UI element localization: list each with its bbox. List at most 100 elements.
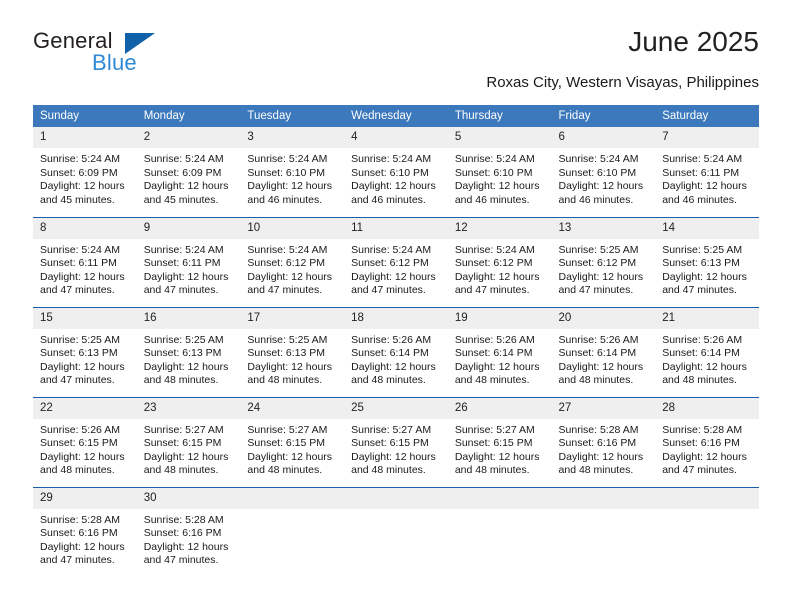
calendar-day-cell[interactable]: 12 Sunrise: 5:24 AM Sunset: 6:12 PM Dayligh… [447,216,552,307]
daylight-text-line1: Daylight: 12 hours [454,270,540,283]
calendar-day-cell[interactable]: 11 Sunrise: 5:24 AM Sunset: 6:12 PM Dayligh… [344,216,448,307]
daylight-text-line1: Daylight: 12 hours [247,360,333,373]
calendar-day-cell[interactable]: 28 Sunrise: 5:28 AM Sunset: 6:16 PM Dayligh… [655,396,759,487]
sunrise-text: Sunrise: 5:27 AM [143,423,224,436]
calendar-day-cell[interactable]: 10 Sunrise: 5:24 AM Sunset: 6:12 PM Dayligh… [240,216,345,307]
calendar-day-cell[interactable]: 21 Sunrise: 5:26 AM Sunset: 6:14 PM Dayligh… [655,306,759,397]
sunset-text: Sunset: 6:11 PM [662,166,740,179]
sunrise-text: Sunrise: 5:24 AM [143,243,224,256]
sunset-text: Sunset: 6:16 PM [662,437,740,450]
day-details: Sunrise: 5:25 AM Sunset: 6:12 PM Daylight:… [552,239,656,298]
calendar-day-cell[interactable]: 15 Sunrise: 5:25 AM Sunset: 6:13 PM Dayligh… [33,306,137,397]
sunset-text: Sunset: 6:10 PM [247,166,326,179]
sunrise-text: Sunrise: 5:25 AM [247,333,328,346]
sunrise-sunset-calendar: Sunday Monday Tuesday Wednesday Thursday… [33,105,759,577]
weekday-header-tuesday: Tuesday [240,105,345,127]
day-number: 2 [136,127,241,148]
day-number: 18 [344,307,448,329]
day-details: Sunrise: 5:25 AM Sunset: 6:13 PM Daylight:… [33,329,137,388]
calendar-day-cell[interactable]: 25 Sunrise: 5:27 AM Sunset: 6:15 PM Dayligh… [344,396,448,487]
daylight-text-line2: and 47 minutes. [143,284,219,297]
sunset-text: Sunset: 6:15 PM [247,437,326,450]
calendar-day-cell[interactable]: 14 Sunrise: 5:25 AM Sunset: 6:13 PM Dayligh… [655,216,759,307]
calendar-empty-cell [447,486,552,577]
calendar-day-cell[interactable]: 13 Sunrise: 5:25 AM Sunset: 6:12 PM Dayligh… [551,216,656,307]
sunrise-text: Sunrise: 5:24 AM [247,153,328,165]
sunset-text: Sunset: 6:13 PM [143,347,222,360]
calendar-day-cell[interactable]: 29 Sunrise: 5:28 AM Sunset: 6:16 PM Dayligh… [33,486,137,577]
day-number [551,487,656,509]
calendar-day-cell[interactable]: 5 Sunrise: 5:24 AM Sunset: 6:10 PM Daylight… [447,127,552,217]
daylight-text-line2: and 47 minutes. [454,284,530,297]
calendar-day-cell[interactable]: 7 Sunrise: 5:24 AM Sunset: 6:11 PM Daylight… [655,127,759,217]
sunrise-text: Sunrise: 5:25 AM [662,243,743,256]
sunset-text: Sunset: 6:13 PM [247,347,326,360]
calendar-day-cell[interactable]: 26 Sunrise: 5:27 AM Sunset: 6:15 PM Dayligh… [447,396,552,487]
sunrise-text: Sunrise: 5:28 AM [558,423,639,436]
calendar-day-cell[interactable]: 9 Sunrise: 5:24 AM Sunset: 6:11 PM Daylight… [136,216,241,307]
sunrise-text: Sunrise: 5:25 AM [143,333,224,346]
day-number: 25 [344,397,448,419]
sunrise-text: Sunrise: 5:26 AM [40,423,120,436]
calendar-day-cell[interactable]: 4 Sunrise: 5:24 AM Sunset: 6:10 PM Daylight… [344,127,448,217]
day-number: 8 [33,217,137,239]
daylight-text-line2: and 48 minutes. [351,464,426,477]
calendar-body: 1 Sunrise: 5:24 AM Sunset: 6:09 PM Daylight… [33,127,759,577]
day-details: Sunrise: 5:27 AM Sunset: 6:15 PM Daylight:… [240,419,344,478]
day-details: Sunrise: 5:27 AM Sunset: 6:15 PM Daylight:… [448,419,552,478]
sunrise-text: Sunrise: 5:24 AM [454,153,535,165]
sunset-text: Sunset: 6:12 PM [558,257,637,270]
daylight-text-line2: and 47 minutes. [247,284,323,297]
sunset-text: Sunset: 6:16 PM [40,527,118,540]
day-details: Sunrise: 5:24 AM Sunset: 6:10 PM Daylight:… [552,148,656,207]
calendar-day-cell[interactable]: 19 Sunrise: 5:26 AM Sunset: 6:14 PM Dayligh… [447,306,552,397]
calendar-day-cell[interactable]: 24 Sunrise: 5:27 AM Sunset: 6:15 PM Dayligh… [240,396,345,487]
daylight-text-line1: Daylight: 12 hours [662,180,747,193]
sunrise-text: Sunrise: 5:25 AM [40,333,120,346]
calendar-day-cell[interactable]: 8 Sunrise: 5:24 AM Sunset: 6:11 PM Daylight… [33,216,137,307]
daylight-text-line2: and 48 minutes. [247,374,323,387]
daylight-text-line2: and 46 minutes. [558,193,634,206]
daylight-text-line2: and 46 minutes. [454,193,530,206]
calendar-day-cell[interactable]: 1 Sunrise: 5:24 AM Sunset: 6:09 PM Daylight… [33,127,137,217]
calendar-header-row: Sunday Monday Tuesday Wednesday Thursday… [33,105,759,127]
calendar-week-row: 29 Sunrise: 5:28 AM Sunset: 6:16 PM Dayligh… [33,486,759,577]
day-number: 17 [240,307,345,329]
daylight-text-line2: and 48 minutes. [247,464,323,477]
daylight-text-line2: and 48 minutes. [351,374,426,387]
daylight-text-line2: and 47 minutes. [40,284,115,297]
calendar-day-cell[interactable]: 6 Sunrise: 5:24 AM Sunset: 6:10 PM Daylight… [551,127,656,217]
day-number: 15 [33,307,137,329]
calendar-day-cell[interactable]: 30 Sunrise: 5:28 AM Sunset: 6:16 PM Dayligh… [136,486,241,577]
daylight-text-line2: and 48 minutes. [454,464,530,477]
daylight-text-line2: and 48 minutes. [558,374,634,387]
sunrise-text: Sunrise: 5:24 AM [662,153,743,165]
day-number: 5 [447,127,552,148]
daylight-text-line1: Daylight: 12 hours [40,180,125,193]
sunset-text: Sunset: 6:10 PM [454,166,533,179]
day-details: Sunrise: 5:28 AM Sunset: 6:16 PM Daylight:… [137,509,241,568]
weekday-header-wednesday: Wednesday [344,105,448,127]
daylight-text-line1: Daylight: 12 hours [454,180,540,193]
calendar-day-cell[interactable]: 20 Sunrise: 5:26 AM Sunset: 6:14 PM Dayligh… [551,306,656,397]
day-details: Sunrise: 5:26 AM Sunset: 6:14 PM Daylight:… [552,329,656,388]
daylight-text-line1: Daylight: 12 hours [247,270,333,283]
calendar-day-cell[interactable]: 16 Sunrise: 5:25 AM Sunset: 6:13 PM Dayligh… [136,306,241,397]
daylight-text-line1: Daylight: 12 hours [558,270,644,283]
calendar-day-cell[interactable]: 17 Sunrise: 5:25 AM Sunset: 6:13 PM Dayligh… [240,306,345,397]
sunrise-text: Sunrise: 5:25 AM [558,243,639,256]
day-number: 24 [240,397,345,419]
calendar-day-cell[interactable]: 22 Sunrise: 5:26 AM Sunset: 6:15 PM Dayligh… [33,396,137,487]
sunset-text: Sunset: 6:12 PM [454,257,533,270]
calendar-day-cell[interactable]: 2 Sunrise: 5:24 AM Sunset: 6:09 PM Daylight… [136,127,241,217]
sunset-text: Sunset: 6:16 PM [143,527,222,540]
calendar-week-row: 22 Sunrise: 5:26 AM Sunset: 6:15 PM Dayligh… [33,396,759,487]
calendar-day-cell[interactable]: 3 Sunrise: 5:24 AM Sunset: 6:10 PM Daylight… [240,127,345,217]
day-number: 19 [447,307,552,329]
calendar-day-cell[interactable]: 23 Sunrise: 5:27 AM Sunset: 6:15 PM Dayligh… [136,396,241,487]
calendar-day-cell[interactable]: 27 Sunrise: 5:28 AM Sunset: 6:16 PM Dayligh… [551,396,656,487]
day-details: Sunrise: 5:24 AM Sunset: 6:11 PM Daylight:… [655,148,759,207]
day-details: Sunrise: 5:25 AM Sunset: 6:13 PM Daylight:… [137,329,241,388]
sunrise-text: Sunrise: 5:27 AM [454,423,535,436]
calendar-day-cell[interactable]: 18 Sunrise: 5:26 AM Sunset: 6:14 PM Dayligh… [344,306,448,397]
